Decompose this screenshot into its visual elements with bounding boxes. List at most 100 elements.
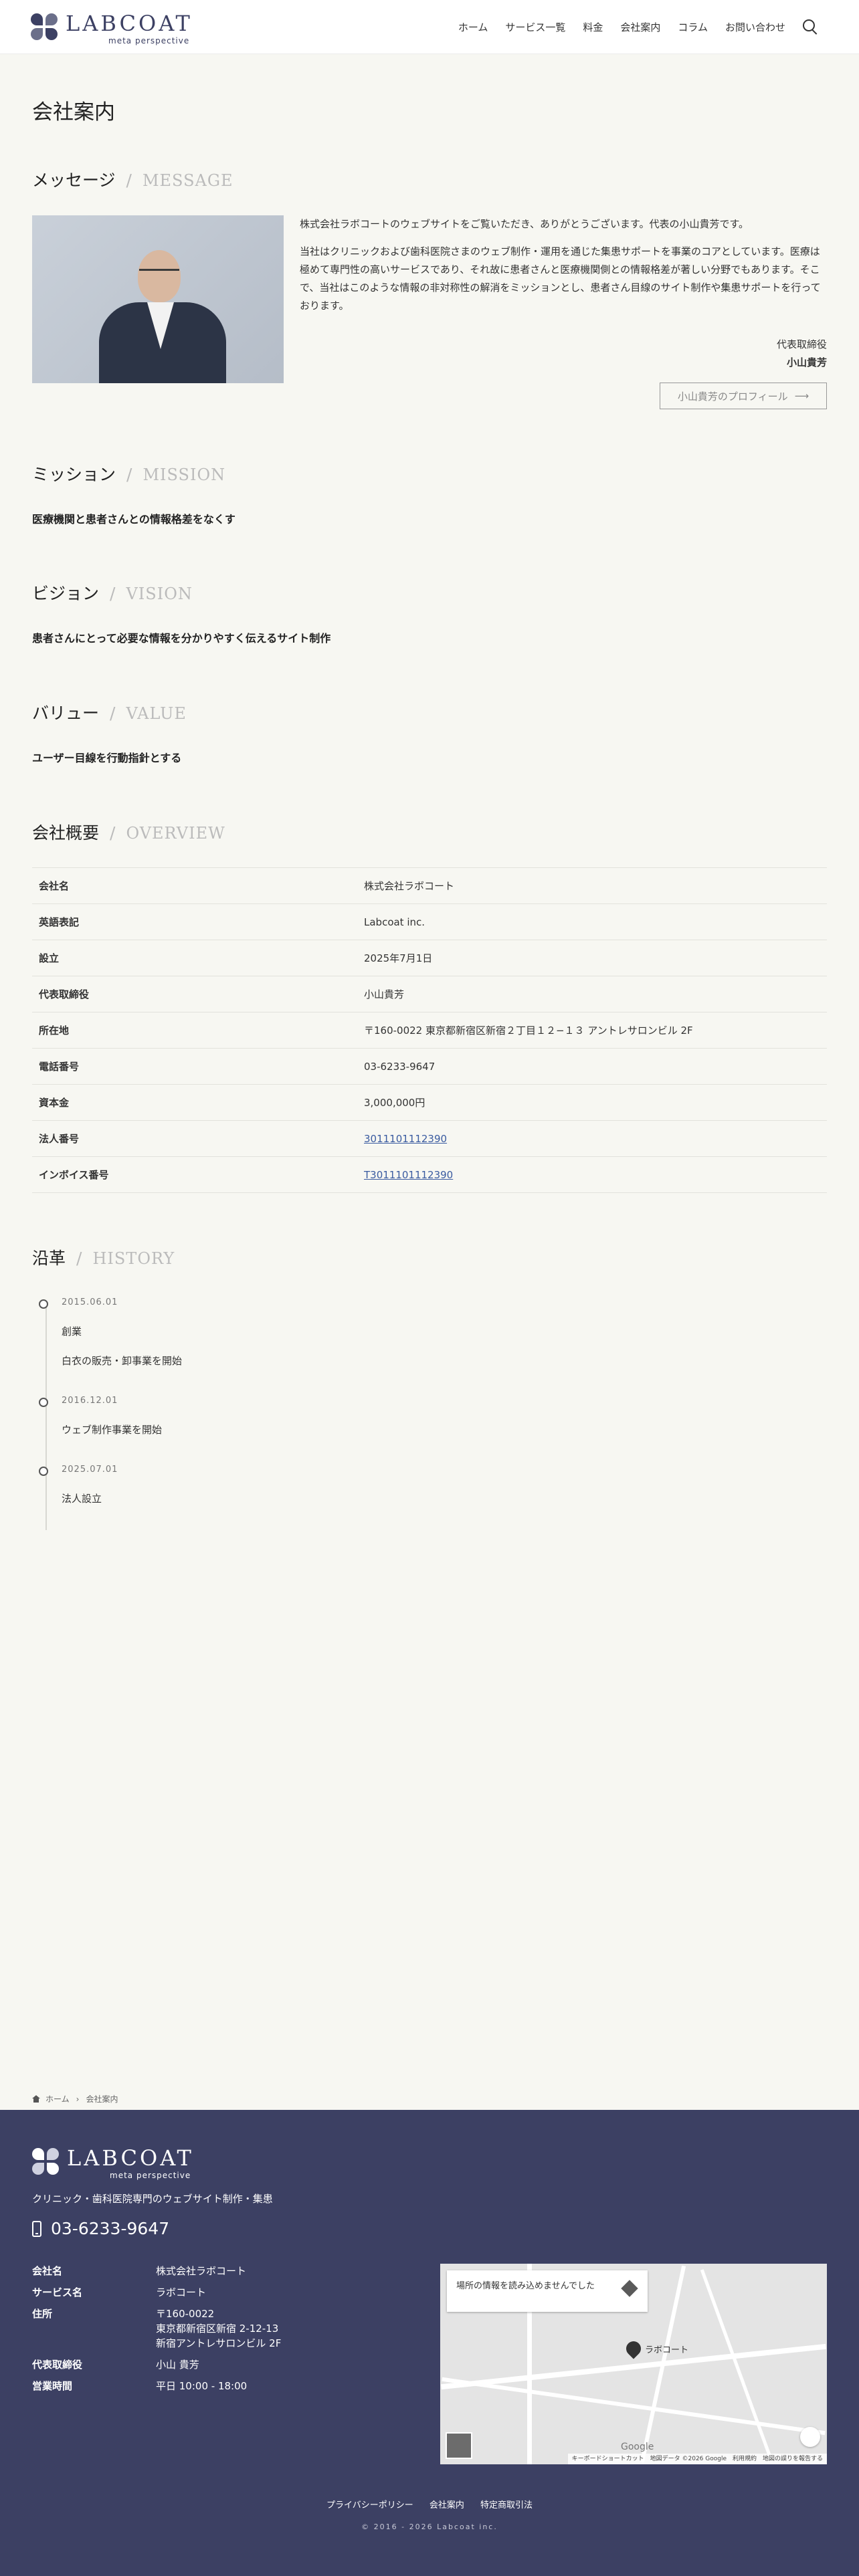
nav-home[interactable]: ホーム	[458, 20, 488, 34]
table-row: インボイス番号 T3011101112390	[32, 1156, 827, 1193]
table-row: 資本金 3,000,000円	[32, 1084, 827, 1121]
profile-button[interactable]: 小山貴芳のプロフィール ⟶	[660, 383, 827, 409]
table-row: 法人番号 3011101112390	[32, 1120, 827, 1157]
timeline-text: 白衣の販売・卸事業を開始	[62, 1355, 183, 1367]
logo-name: LABCOAT	[67, 2145, 194, 2171]
footer-tagline: クリニック・歯科医院専門のウェブサイト制作・集患	[32, 2193, 273, 2205]
footer-phone-number: 03-6233-9647	[51, 2219, 170, 2238]
row-key: 所在地	[32, 1012, 357, 1049]
directions-icon[interactable]	[621, 2280, 638, 2297]
table-row: 代表取締役 小山貴芳	[32, 976, 827, 1012]
corporate-number-link[interactable]: 3011101112390	[364, 1133, 447, 1145]
info-value: 株式会社ラボコート	[156, 2265, 247, 2277]
nav-contact[interactable]: お問い合わせ	[725, 20, 785, 34]
map-popup-text: 場所の情報を読み込めませんでした	[456, 2281, 595, 2291]
message-paragraph: 当社はクリニックおよび歯科医院さまのウェブ制作・運用を通じた集患サポートを事業の…	[300, 245, 821, 312]
site-footer: LABCOAT meta perspective クリニック・歯科医院専門のウェ…	[0, 2110, 859, 2576]
mission-text: 医療機関と患者さんとの情報格差をなくす	[32, 513, 235, 526]
row-key: 設立	[32, 940, 357, 976]
message-body: 株式会社ラボコートのウェブサイトをご覧いただき、ありがとうございます。代表の小山…	[300, 215, 827, 324]
row-key: 法人番号	[32, 1120, 357, 1157]
map-pin-label: ラボコート	[645, 2345, 689, 2355]
info-value: ラボコート	[156, 2286, 207, 2298]
signature-name: 小山貴芳	[786, 356, 827, 368]
row-value: 〒160-0022 東京都新宿区新宿２丁目１２−１３ アントレサロンビル 2F	[357, 1012, 827, 1049]
nav-pricing[interactable]: 料金	[583, 20, 603, 34]
commercial-law-link[interactable]: 特定商取引法	[480, 2500, 533, 2510]
timeline-text: ウェブ制作事業を開始	[62, 1424, 163, 1436]
arrow-right-icon: ⟶	[794, 390, 809, 402]
timeline-date: 2016.12.01	[62, 1396, 118, 1406]
page-title: 会社案内	[32, 100, 115, 124]
nav-services[interactable]: サービス一覧	[505, 20, 565, 34]
row-key: 電話番号	[32, 1048, 357, 1085]
main-nav: ホーム サービス一覧 料金 会社案内 コラム お問い合わせ	[441, 0, 819, 53]
timeline-dot-icon	[39, 1467, 48, 1476]
map-pin-icon[interactable]	[623, 2338, 644, 2359]
profile-button-label: 小山貴芳のプロフィール	[677, 390, 788, 403]
footer-phone[interactable]: 03-6233-9647	[32, 2219, 169, 2238]
google-map[interactable]: 場所の情報を読み込めませんでした ラボコート Google キーボードショートカ…	[440, 2264, 827, 2464]
nav-company[interactable]: 会社案内	[620, 20, 660, 34]
logo-mark-icon	[31, 13, 58, 40]
info-value: 小山 貴芳	[156, 2359, 199, 2371]
history-heading: 沿革 / HISTORY	[32, 1249, 175, 1268]
site-logo[interactable]: LABCOAT meta perspective	[31, 11, 205, 45]
timeline-date: 2015.06.01	[62, 1297, 118, 1307]
logo-tagline: meta perspective	[110, 2171, 191, 2180]
map-satellite-toggle[interactable]	[446, 2432, 472, 2459]
map-popup: 場所の情報を読み込めませんでした	[447, 2270, 648, 2312]
info-key: 営業時間	[32, 2380, 73, 2392]
vision-heading: ビジョン / VISION	[32, 584, 193, 603]
row-value: 3,000,000円	[357, 1084, 827, 1121]
timeline-line	[45, 1304, 47, 1530]
info-key: 会社名	[32, 2265, 63, 2277]
mission-heading: ミッション / MISSION	[32, 465, 226, 484]
vision-text: 患者さんにとって必要な情報を分かりやすく伝えるサイト制作	[32, 632, 331, 645]
row-key: 資本金	[32, 1084, 357, 1121]
company-overview-table: 会社名 株式会社ラボコート 英語表記 Labcoat inc. 設立 2025年7月1…	[32, 867, 827, 1193]
nav-column[interactable]: コラム	[678, 20, 708, 34]
row-value: 株式会社ラボコート	[357, 867, 827, 904]
timeline-dot-icon	[39, 1398, 48, 1407]
copyright: © 2016 - 2026 Labcoat inc.	[361, 2523, 498, 2531]
map-credit[interactable]: キーボードショートカット 地図データ ©2026 Google 利用規約 地図の…	[567, 2454, 827, 2464]
map-fullscreen-button[interactable]	[800, 2427, 820, 2447]
breadcrumb: ホーム › 会社案内	[32, 2093, 118, 2105]
search-icon[interactable]	[801, 18, 819, 35]
table-row: 英語表記 Labcoat inc.	[32, 903, 827, 940]
signature-title: 代表取締役	[776, 338, 827, 350]
ceo-portrait	[32, 215, 284, 383]
logo-tagline: meta perspective	[108, 36, 190, 45]
table-row: 会社名 株式会社ラボコート	[32, 867, 827, 904]
value-heading: バリュー / VALUE	[32, 704, 187, 723]
table-row: 設立 2025年7月1日	[32, 940, 827, 976]
table-row: 所在地 〒160-0022 東京都新宿区新宿２丁目１２−１３ アントレサロンビル …	[32, 1012, 827, 1049]
table-row: 電話番号 03-6233-9647	[32, 1048, 827, 1085]
logo-mark-icon	[32, 2148, 59, 2175]
breadcrumb-current: 会社案内	[86, 2095, 118, 2104]
timeline-text: 法人設立	[62, 1493, 102, 1505]
google-logo: Google	[621, 2442, 654, 2452]
company-link[interactable]: 会社案内	[430, 2500, 464, 2510]
info-key: 代表取締役	[32, 2359, 83, 2371]
privacy-policy-link[interactable]: プライバシーポリシー	[326, 2500, 413, 2510]
phone-icon	[32, 2220, 41, 2237]
info-key: 住所	[32, 2308, 53, 2320]
timeline-date: 2025.07.01	[62, 1465, 118, 1475]
breadcrumb-home[interactable]: ホーム	[45, 2093, 70, 2105]
signature: 代表取締役 小山貴芳	[777, 336, 827, 372]
logo-name: LABCOAT	[66, 11, 193, 36]
info-value: 〒160-0022 東京都新宿区新宿 2-12-13 新宿アントレサロンビル 2F	[156, 2308, 282, 2349]
info-key: サービス名	[32, 2286, 83, 2298]
info-value: 平日 10:00 - 18:00	[156, 2380, 248, 2392]
timeline-text: 創業	[62, 1325, 82, 1337]
message-heading: メッセージ / MESSAGE	[32, 171, 233, 190]
footer-logo[interactable]: LABCOAT meta perspective	[32, 2145, 194, 2180]
row-value: 小山貴芳	[357, 976, 827, 1012]
invoice-number-link[interactable]: T3011101112390	[364, 1169, 453, 1181]
home-icon	[32, 2095, 40, 2103]
footer-company-info: 会社名 株式会社ラボコート サービス名 ラボコート 住所 〒160-0022 東京都新宿…	[32, 2264, 281, 2400]
row-key: インボイス番号	[32, 1156, 357, 1193]
overview-heading: 会社概要 / OVERVIEW	[32, 823, 225, 843]
